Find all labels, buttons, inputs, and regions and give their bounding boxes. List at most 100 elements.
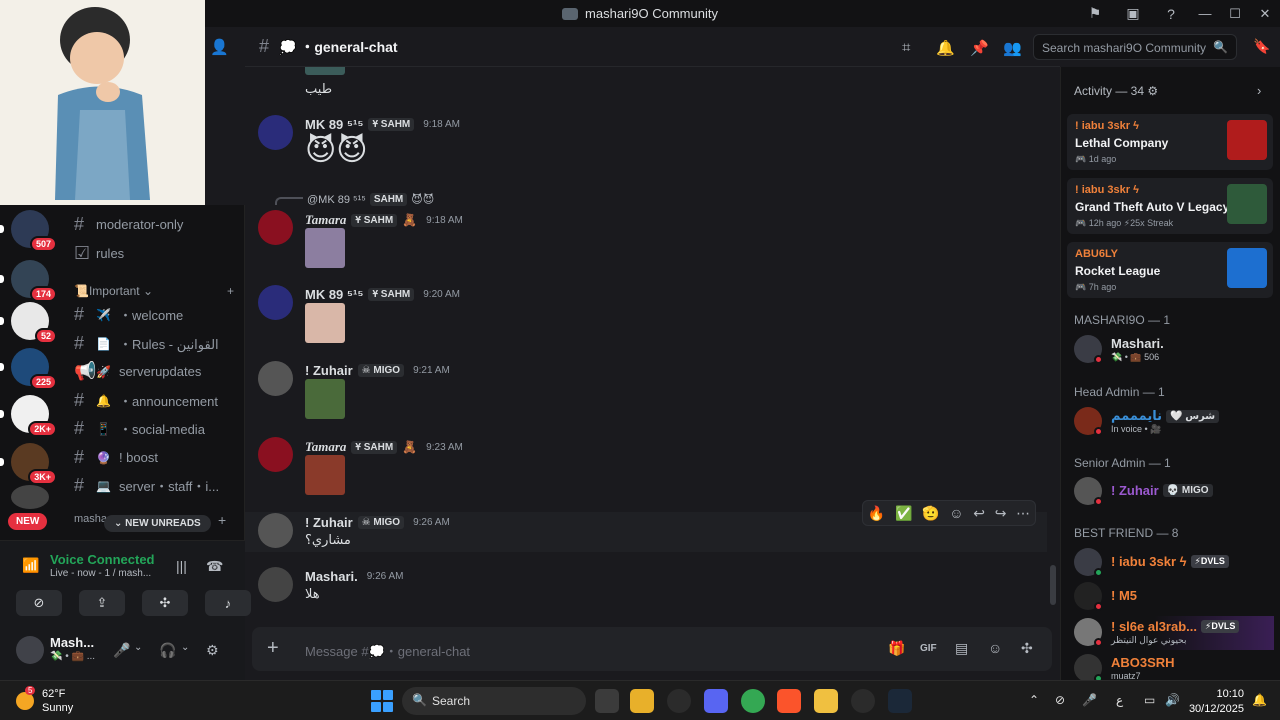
- avatar[interactable]: [258, 115, 293, 150]
- steam-alt-icon[interactable]: [851, 689, 875, 713]
- close-button[interactable]: ✕: [1250, 6, 1280, 22]
- disconnect-icon[interactable]: ☎: [206, 558, 223, 575]
- avatar[interactable]: [258, 513, 293, 548]
- add-channel-icon[interactable]: +: [227, 284, 234, 298]
- add-channel-icon[interactable]: +: [218, 512, 226, 528]
- avatar[interactable]: [258, 361, 293, 396]
- microphone-icon[interactable]: 🎤: [113, 642, 130, 659]
- message-image[interactable]: [305, 228, 345, 268]
- message-image[interactable]: [305, 455, 345, 495]
- forward-icon[interactable]: ↪: [995, 505, 1007, 522]
- new-unreads-pill[interactable]: ⌄ NEW UNREADS: [104, 515, 211, 532]
- apps-icon[interactable]: ✣: [1021, 640, 1033, 657]
- bell-icon[interactable]: 🔔: [936, 39, 955, 57]
- clock[interactable]: 10:10 30/12/2025: [1188, 687, 1244, 717]
- member-item[interactable]: ! iabu 3skr ϟ ⚡DVLS: [1074, 546, 1274, 580]
- clan-tag[interactable]: Ұ SAHM: [368, 288, 415, 301]
- channel-moderator-only[interactable]: # moderator-only: [74, 214, 234, 235]
- username[interactable]: Mashari.: [305, 569, 358, 584]
- chevron-down-icon[interactable]: ⌄: [181, 642, 189, 653]
- app-icon[interactable]: [667, 689, 691, 713]
- microphone-icon[interactable]: 🎤: [1082, 693, 1097, 707]
- activity-card[interactable]: ! iabu 3skr ϟ Lethal Company 🎮 1d ago: [1067, 114, 1273, 170]
- wifi-icon[interactable]: ▭: [1144, 693, 1155, 707]
- server-4[interactable]: 225: [0, 348, 57, 390]
- activities-button[interactable]: ✣: [142, 590, 188, 616]
- reply-preview[interactable]: @MK 89 ⁵¹⁵ SAHM 😈😈: [307, 193, 434, 206]
- clan-tag[interactable]: Ұ SAHM: [351, 440, 398, 454]
- member-item[interactable]: ! sl6e al3rab... ⚡DVLS بحيوني عوال النيتظ…: [1074, 616, 1274, 650]
- clan-tag[interactable]: ☠ MIGO: [357, 516, 405, 529]
- checkmark-reaction-button[interactable]: ✅: [895, 505, 912, 522]
- language-indicator[interactable]: ع: [1116, 693, 1123, 707]
- gift-icon[interactable]: 🎁: [888, 640, 905, 657]
- brave-icon[interactable]: [777, 689, 801, 713]
- username[interactable]: MK 89 ⁵¹⁵: [305, 287, 363, 302]
- headphones-icon[interactable]: 🎧: [159, 642, 176, 659]
- channel-welcome[interactable]: # ✈️ ・welcome: [74, 304, 234, 325]
- reply-icon[interactable]: ↩: [973, 505, 985, 522]
- server-6[interactable]: 3K+: [0, 443, 57, 485]
- server-3[interactable]: 52: [0, 302, 57, 344]
- taskbar-search[interactable]: 🔍 Search: [402, 687, 586, 715]
- voice-connected-label[interactable]: Voice Connected: [50, 552, 155, 567]
- message-image[interactable]: [305, 379, 345, 419]
- network-off-icon[interactable]: ⊘: [1055, 693, 1065, 707]
- avatar[interactable]: [258, 210, 293, 245]
- new-servers-pill[interactable]: NEW: [8, 513, 48, 530]
- member-item[interactable]: نايمممم 🤍 شرس In voice • 🎥: [1074, 405, 1274, 439]
- volume-icon[interactable]: 🔊: [1165, 693, 1180, 707]
- server-2[interactable]: 174: [0, 260, 57, 302]
- file-explorer-icon[interactable]: [630, 689, 654, 713]
- message-composer[interactable]: + Message #💭・general-chat 🎁 GIF ▤ ☺ ✣: [252, 627, 1052, 671]
- member-item[interactable]: ! M5: [1074, 580, 1274, 614]
- help-icon[interactable]: ?: [1152, 6, 1190, 22]
- server-1[interactable]: 507: [0, 210, 57, 252]
- salute-reaction-button[interactable]: 🫡: [922, 505, 939, 522]
- server-7[interactable]: [11, 485, 49, 509]
- camera-off-button[interactable]: ⊘: [16, 590, 62, 616]
- sticker-icon[interactable]: ▤: [955, 640, 968, 657]
- sticky-app-icon[interactable]: [814, 689, 838, 713]
- task-view-icon[interactable]: [595, 689, 619, 713]
- username[interactable]: Tamara: [305, 439, 346, 455]
- chevron-right-icon[interactable]: ›: [1257, 83, 1261, 98]
- threads-icon[interactable]: ⌗: [902, 39, 910, 56]
- clan-tag[interactable]: Ұ SAHM: [351, 213, 398, 227]
- avatar[interactable]: [258, 285, 293, 320]
- gif-icon[interactable]: GIF: [920, 643, 937, 654]
- inbox-box-icon[interactable]: ▣: [1114, 5, 1152, 22]
- activity-card[interactable]: ! iabu 3skr ϟ Grand Theft Auto V Legacy …: [1067, 178, 1273, 234]
- username[interactable]: ! Zuhair: [305, 515, 353, 530]
- screen-share-button[interactable]: ⇪: [79, 590, 125, 616]
- flag-icon[interactable]: ⚑: [1076, 5, 1114, 22]
- add-member-icon[interactable]: 👤: [210, 38, 229, 56]
- member-item[interactable]: Mashari. 💸 • 💼 506: [1074, 333, 1274, 367]
- start-button[interactable]: [371, 690, 393, 712]
- channel-social-media[interactable]: # 📱 ・social-media: [74, 418, 234, 439]
- fire-reaction-button[interactable]: 🔥: [868, 505, 885, 522]
- steam-icon[interactable]: [888, 689, 912, 713]
- emoji-icon[interactable]: ☺: [988, 640, 1002, 656]
- channel-rules[interactable]: ☑ rules: [74, 243, 234, 264]
- username[interactable]: Tamara: [305, 212, 346, 228]
- add-reaction-icon[interactable]: ☺: [949, 505, 963, 521]
- member-list-icon[interactable]: 👥: [1003, 39, 1022, 57]
- avatar[interactable]: [258, 437, 293, 472]
- bookmark-icon[interactable]: 🔖: [1253, 38, 1270, 55]
- search-input[interactable]: Search mashari9O Community 🔍: [1033, 34, 1237, 60]
- message-image[interactable]: [305, 67, 345, 75]
- channel-rules-ar[interactable]: # 📄 ・Rules - القوانين: [74, 333, 234, 354]
- attach-plus-icon[interactable]: +: [267, 637, 279, 660]
- username[interactable]: MK 89 ⁵¹⁵: [305, 117, 363, 132]
- signal-icon[interactable]: 📶: [22, 557, 39, 574]
- avatar[interactable]: [258, 567, 293, 602]
- gear-icon[interactable]: ⚙: [1147, 84, 1158, 98]
- message-image[interactable]: [305, 303, 345, 343]
- notification-bell-icon[interactable]: 🔔: [1252, 693, 1267, 707]
- clan-tag[interactable]: ☠ MIGO: [357, 364, 405, 377]
- channel-boost[interactable]: # 🔮 ! boost: [74, 447, 234, 468]
- chevron-down-icon[interactable]: ⌄: [134, 642, 142, 653]
- channel-serverupdates[interactable]: 📢 🚀 serverupdates: [74, 361, 234, 382]
- noise-suppression-icon[interactable]: |||: [176, 558, 187, 574]
